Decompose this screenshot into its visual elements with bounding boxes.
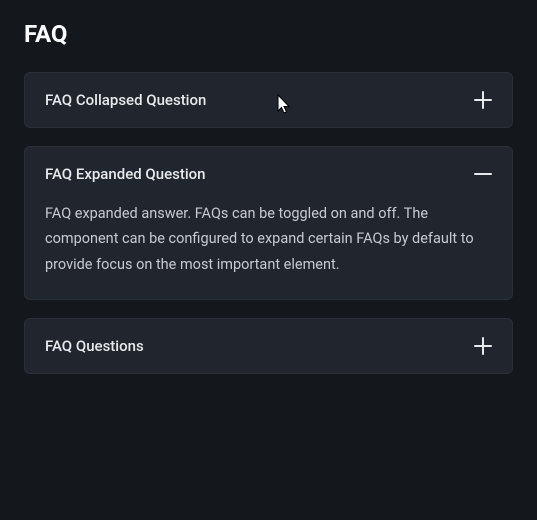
plus-icon <box>474 337 492 355</box>
faq-toggle[interactable]: FAQ Collapsed Question <box>25 73 512 127</box>
plus-icon <box>474 91 492 109</box>
faq-item: FAQ Collapsed Question <box>24 72 513 128</box>
faq-answer: FAQ expanded answer. FAQs can be toggled… <box>25 201 512 299</box>
faq-toggle[interactable]: FAQ Expanded Question <box>25 147 512 201</box>
faq-toggle[interactable]: FAQ Questions <box>25 319 512 373</box>
faq-item: FAQ Expanded Question FAQ expanded answe… <box>24 146 513 300</box>
faq-question: FAQ Collapsed Question <box>45 91 206 109</box>
faq-question: FAQ Expanded Question <box>45 165 206 183</box>
faq-question: FAQ Questions <box>45 337 144 355</box>
faq-item: FAQ Questions <box>24 318 513 374</box>
page-title: FAQ <box>24 20 513 48</box>
minus-icon <box>474 165 492 183</box>
